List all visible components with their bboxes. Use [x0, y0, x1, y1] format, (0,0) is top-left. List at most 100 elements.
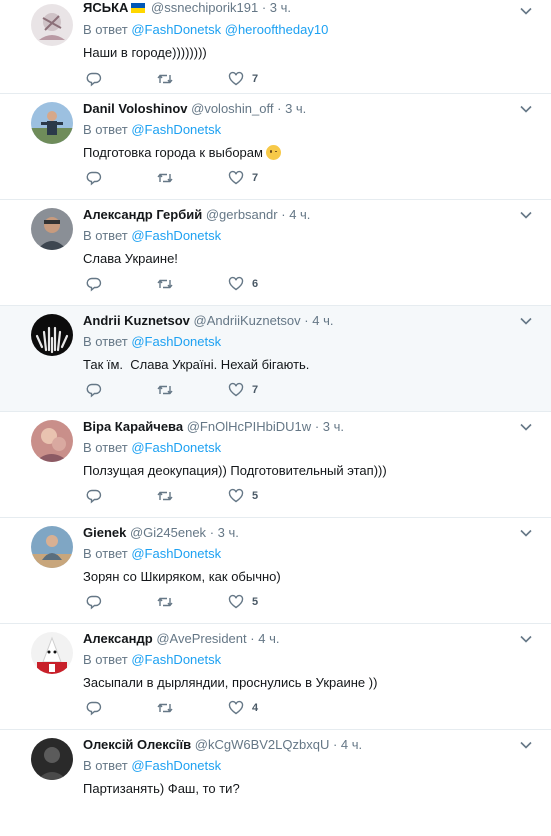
- like-button[interactable]: 7: [228, 170, 258, 186]
- display-name[interactable]: Олексій Олексіїв: [83, 737, 191, 752]
- mention-link[interactable]: @FashDonetsk: [131, 440, 221, 455]
- timestamp[interactable]: 3 ч.: [285, 101, 306, 116]
- reply-button[interactable]: [86, 382, 102, 398]
- tweet-item[interactable]: Gienek @Gi245enek · 3 ч. В ответ @FashDo…: [0, 518, 551, 624]
- chevron-down-icon[interactable]: [519, 526, 533, 540]
- chevron-down-icon[interactable]: [519, 632, 533, 646]
- user-handle[interactable]: @voloshin_off: [191, 101, 273, 116]
- user-handle[interactable]: @Gi245enek: [130, 525, 206, 540]
- reply-button[interactable]: [86, 170, 102, 186]
- tweet-item[interactable]: Andrii Kuznetsov @AndriiKuznetsov · 4 ч.…: [0, 306, 551, 412]
- reply-button[interactable]: [86, 594, 102, 610]
- like-button[interactable]: 4: [228, 700, 258, 716]
- retweet-button[interactable]: [156, 71, 174, 87]
- reply-button[interactable]: [86, 276, 102, 292]
- tweet-actions: 4: [86, 700, 386, 716]
- retweet-button[interactable]: [156, 594, 174, 610]
- display-name[interactable]: Александр: [83, 631, 153, 646]
- separator: ·: [261, 0, 267, 15]
- heart-icon: [228, 488, 244, 503]
- user-handle[interactable]: @AvePresident: [156, 631, 246, 646]
- user-handle[interactable]: @FnOlHcPIHbiDU1w: [187, 419, 311, 434]
- timestamp[interactable]: 3 ч.: [323, 419, 344, 434]
- timestamp[interactable]: 4 ч.: [341, 737, 362, 752]
- timestamp[interactable]: 4 ч.: [258, 631, 279, 646]
- like-count: 5: [252, 490, 259, 502]
- avatar[interactable]: [31, 102, 73, 144]
- retweet-button[interactable]: [156, 170, 174, 186]
- tweet-item[interactable]: Danil Voloshinov @voloshin_off · 3 ч. В …: [0, 94, 551, 200]
- mention-link[interactable]: @FashDonetsk: [131, 228, 221, 243]
- like-button[interactable]: 6: [228, 276, 258, 292]
- avatar[interactable]: [31, 314, 73, 356]
- user-handle[interactable]: @ssnechiporik191: [151, 0, 258, 15]
- chevron-down-icon[interactable]: [519, 102, 533, 116]
- user-handle[interactable]: @AndriiKuznetsov: [194, 313, 301, 328]
- mention-link[interactable]: @FashDonetsk: [131, 652, 221, 667]
- tweet-header: Віра Карайчева @FnOlHcPIHbiDU1w · 3 ч.: [83, 419, 344, 435]
- tweet-text: Ползущая деокупация)) Подготовительный э…: [83, 463, 387, 478]
- ukraine-flag-icon: [131, 3, 146, 13]
- display-name[interactable]: Andrii Kuznetsov: [83, 313, 190, 328]
- reply-context: В ответ @FashDonetsk: [83, 758, 221, 774]
- reply-context: В ответ @FashDonetsk: [83, 546, 221, 562]
- mention-link[interactable]: @FashDonetsk: [131, 22, 221, 37]
- timestamp[interactable]: 3 ч.: [218, 525, 239, 540]
- chevron-down-icon[interactable]: [519, 314, 533, 328]
- display-name[interactable]: ЯСЬКА: [83, 0, 128, 15]
- chevron-down-icon[interactable]: [519, 208, 533, 222]
- display-name[interactable]: Александр Гербий: [83, 207, 202, 222]
- avatar[interactable]: [31, 526, 73, 568]
- like-button[interactable]: 5: [228, 594, 258, 610]
- retweet-icon: [157, 597, 173, 607]
- user-handle[interactable]: @gerbsandr: [206, 207, 278, 222]
- like-button[interactable]: 7: [228, 71, 258, 87]
- display-name[interactable]: Віра Карайчева: [83, 419, 183, 434]
- avatar[interactable]: [31, 420, 73, 462]
- avatar[interactable]: [31, 4, 73, 46]
- display-name[interactable]: Danil Voloshinov: [83, 101, 188, 116]
- separator: ·: [332, 737, 338, 752]
- reply-button[interactable]: [86, 700, 102, 716]
- avatar[interactable]: [31, 208, 73, 250]
- tweet-item[interactable]: Александр @AvePresident · 4 ч. В ответ @…: [0, 624, 551, 730]
- tweet-item[interactable]: ЯСЬКА @ssnechiporik191 · 3 ч. В ответ @F…: [0, 0, 551, 94]
- tweet-header: Gienek @Gi245enek · 3 ч.: [83, 525, 239, 541]
- heart-icon: [228, 594, 244, 609]
- mention-link[interactable]: @herooftheday10: [225, 22, 329, 37]
- chevron-down-icon[interactable]: [519, 4, 533, 18]
- user-handle[interactable]: @kCgW6BV2LQzbxqU: [195, 737, 330, 752]
- avatar[interactable]: [31, 632, 73, 674]
- mention-link[interactable]: @FashDonetsk: [131, 758, 221, 773]
- retweet-button[interactable]: [156, 382, 174, 398]
- reply-button[interactable]: [86, 71, 102, 87]
- reply-icon: [86, 701, 102, 716]
- reply-context: В ответ @FashDonetsk: [83, 228, 221, 244]
- retweet-button[interactable]: [156, 488, 174, 504]
- reply-button[interactable]: [86, 488, 102, 504]
- mention-link[interactable]: @FashDonetsk: [131, 334, 221, 349]
- like-count: 7: [252, 384, 259, 396]
- separator: ·: [250, 631, 255, 646]
- reply-icon: [86, 489, 102, 504]
- timestamp[interactable]: 4 ч.: [312, 313, 333, 328]
- chevron-down-icon[interactable]: [519, 420, 533, 434]
- tweet-item[interactable]: Олексій Олексіїв @kCgW6BV2LQzbxqU · 4 ч.…: [0, 730, 551, 836]
- mention-link[interactable]: @FashDonetsk: [131, 546, 221, 561]
- display-name[interactable]: Gienek: [83, 525, 126, 540]
- reply-prefix: В ответ: [83, 334, 128, 349]
- timestamp[interactable]: 3 ч.: [270, 0, 291, 15]
- avatar[interactable]: [31, 738, 73, 780]
- separator: ·: [277, 101, 282, 116]
- like-button[interactable]: 5: [228, 488, 258, 504]
- mention-link[interactable]: @FashDonetsk: [131, 122, 221, 137]
- retweet-button[interactable]: [156, 700, 174, 716]
- retweet-button[interactable]: [156, 276, 174, 292]
- like-button[interactable]: 7: [228, 382, 258, 398]
- tweet-item[interactable]: Александр Гербий @gerbsandr · 4 ч. В отв…: [0, 200, 551, 306]
- tweet-item[interactable]: Віра Карайчева @FnOlHcPIHbiDU1w · 3 ч. В…: [0, 412, 551, 518]
- timestamp[interactable]: 4 ч.: [289, 207, 310, 222]
- tweet-text: Так їм. Слава Україні. Нехай бігають.: [83, 357, 310, 372]
- chevron-down-icon[interactable]: [519, 738, 533, 752]
- heart-icon: [228, 71, 244, 86]
